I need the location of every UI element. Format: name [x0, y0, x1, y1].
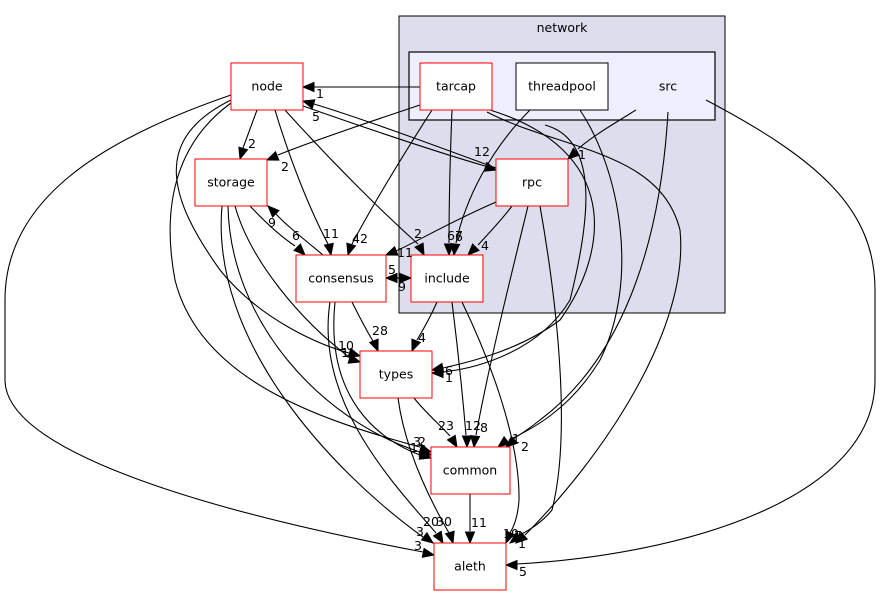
edge-label-node-to-rpc[interactable]: 12	[474, 144, 490, 159]
edge-label-src-to-rpc[interactable]: 1	[578, 147, 586, 162]
node-include-label: include	[424, 271, 470, 286]
edge-line	[274, 109, 329, 245]
node-storage[interactable]: storage	[194, 158, 268, 207]
cluster-network-label: network	[537, 20, 589, 35]
arrowhead-icon	[469, 435, 481, 449]
dependency-graph: network src node storage consensus inclu…	[4, 15, 876, 591]
node-types[interactable]: types	[359, 350, 433, 399]
node-node-label: node	[251, 79, 283, 94]
edge-line	[284, 109, 419, 245]
edge-label-consensus-to-types[interactable]: 28	[372, 323, 388, 338]
node-tarcap[interactable]: tarcap	[419, 62, 493, 111]
node-tarcap-label: tarcap	[436, 79, 476, 94]
arrowhead-icon	[293, 243, 306, 256]
edge-label-storage-to-common[interactable]: 2	[418, 434, 426, 449]
edge-line	[227, 205, 421, 453]
node-rpc[interactable]: rpc	[495, 158, 569, 207]
edge-label-tarcap-to-storage[interactable]: 2	[281, 159, 289, 174]
edge-label-include-to-common[interactable]: 12	[465, 418, 481, 433]
node-consensus[interactable]: consensus	[295, 254, 387, 303]
arrowhead-icon	[323, 242, 334, 257]
edge-label-include-to-types[interactable]: 4	[418, 330, 426, 345]
edge-label-node-to-consensus[interactable]: 11	[323, 226, 339, 241]
node-consensus-label: consensus	[308, 271, 374, 286]
node-rpc-label: rpc	[522, 175, 542, 190]
edge-label-rpc-to-include[interactable]: 4	[481, 238, 489, 253]
edge-label-consensus-to-storage[interactable]: 9	[268, 215, 276, 230]
edge-label-src-to-common[interactable]: 2	[521, 439, 529, 454]
edge-label-consensus-to-common[interactable]: 1	[410, 440, 418, 455]
node-aleth[interactable]: aleth	[433, 542, 507, 591]
edge-label-include-to-consensus[interactable]: 5	[388, 262, 396, 277]
arrowhead-icon	[368, 338, 379, 353]
arrowhead-icon	[421, 547, 436, 558]
edge-label-node-to-storage[interactable]: 2	[248, 136, 256, 151]
node-storage-label: storage	[207, 175, 255, 190]
edge-label-consensus-to-aleth[interactable]: 20	[423, 514, 439, 529]
edge-label-storage-to-types[interactable]: 1	[341, 345, 349, 360]
edge-label-node-to-include[interactable]: 2	[414, 226, 422, 241]
edge-label-tarcap-to-aleth[interactable]: 1	[518, 536, 526, 551]
arrowhead-icon	[504, 559, 518, 571]
node-common-label: common	[443, 463, 497, 478]
node-common[interactable]: common	[430, 446, 511, 495]
edge-label-src-to-aleth[interactable]: 5	[519, 564, 527, 579]
edge-label-tarcap-to-node[interactable]: 1	[316, 86, 324, 101]
edge-label-rpc-to-common[interactable]: 8	[480, 420, 488, 435]
arrowhead-icon	[432, 530, 444, 545]
node-threadpool-label: threadpool	[528, 79, 596, 94]
edge-label-rpc-to-types[interactable]: 1	[445, 370, 453, 385]
node-include[interactable]: include	[410, 254, 484, 303]
arrowhead-icon	[265, 150, 280, 161]
edge-label-threadpool-to-include[interactable]: 6	[455, 229, 463, 244]
edge-label-rpc-to-consensus[interactable]: 11	[397, 245, 413, 260]
node-types-label: types	[379, 367, 413, 382]
arrowhead-icon	[238, 146, 249, 161]
edge-label-common-to-aleth[interactable]: 11	[471, 515, 487, 530]
edge-node-to-storage[interactable]	[238, 109, 258, 161]
edge-label-storage-to-consensus[interactable]: 6	[292, 228, 300, 243]
edge-label-storage-to-aleth[interactable]: 3	[416, 524, 424, 539]
edge-label-rpc-to-node[interactable]: 5	[312, 109, 320, 124]
node-aleth-label: aleth	[454, 559, 486, 574]
node-threadpool[interactable]: threadpool	[515, 62, 609, 111]
edge-label-threadpool-to-common[interactable]: 1	[512, 431, 520, 446]
arrowhead-icon	[461, 435, 473, 449]
edge-line	[351, 301, 374, 342]
arrowhead-icon	[444, 530, 455, 545]
arrowhead-icon	[446, 434, 458, 449]
edge-label-consensus-to-include[interactable]: 9	[398, 279, 406, 294]
edge-label-node-to-aleth[interactable]: 3	[414, 538, 422, 553]
edge-label-tarcap-to-consensus[interactable]: 42	[352, 231, 368, 246]
arrowhead-icon	[301, 81, 315, 93]
node-node[interactable]: node	[230, 62, 304, 111]
arrowhead-icon	[464, 531, 476, 545]
cluster-src-label: src	[659, 79, 677, 94]
edge-label-types-to-common[interactable]: 23	[438, 418, 454, 433]
